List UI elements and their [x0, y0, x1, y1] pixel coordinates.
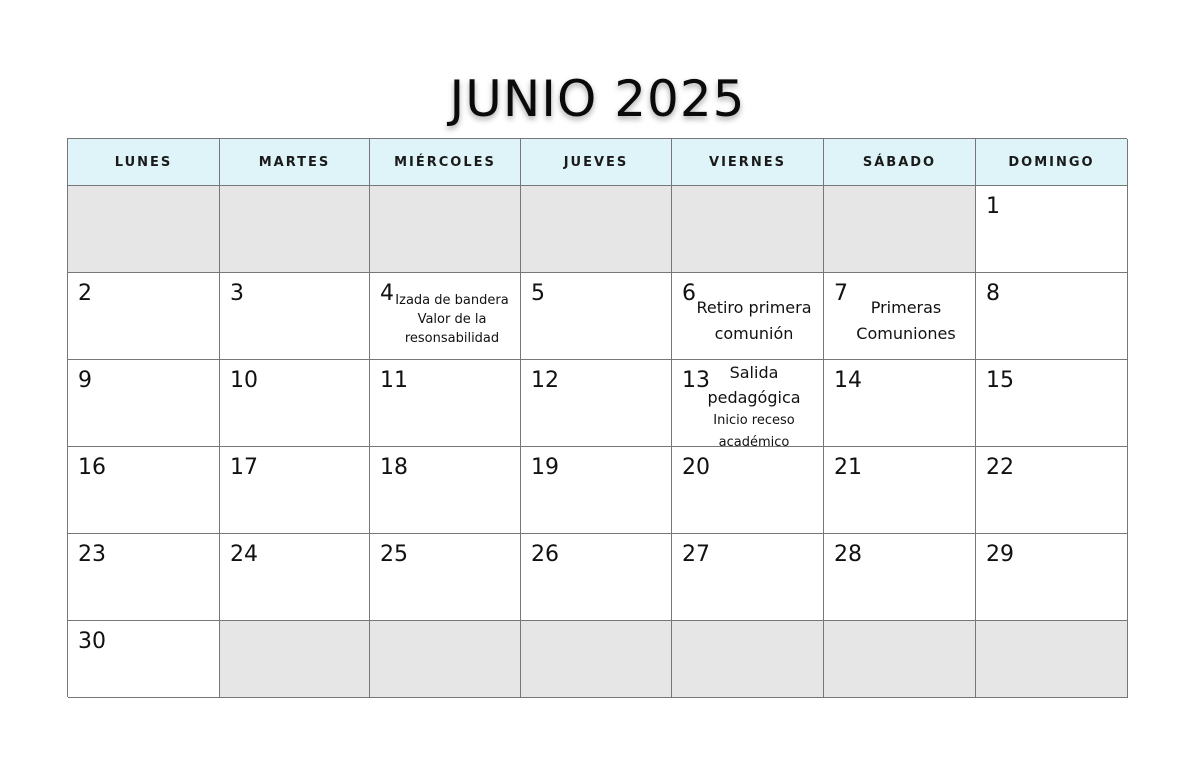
event-note: Retiro primera comunión — [690, 295, 818, 346]
day-number: 20 — [682, 455, 710, 480]
event-line: Primeras — [870, 298, 942, 317]
day-number: 21 — [834, 455, 862, 480]
day-number: 1 — [986, 194, 1000, 219]
day-number: 28 — [834, 542, 862, 567]
day-cell-17[interactable]: 17 — [220, 447, 370, 534]
day-number: 9 — [78, 368, 92, 393]
day-cell-26[interactable]: 26 — [521, 534, 672, 621]
day-cell-20[interactable]: 20 — [672, 447, 824, 534]
day-number: 27 — [682, 542, 710, 567]
day-cell-5[interactable]: 5 — [521, 273, 672, 360]
day-number: 18 — [380, 455, 408, 480]
event-note: Primeras Comuniones — [846, 295, 966, 346]
day-cell-9[interactable]: 9 — [68, 360, 220, 447]
empty-day-cell — [672, 621, 824, 698]
day-number: 19 — [531, 455, 559, 480]
event-line: comunión — [714, 323, 794, 343]
empty-day-cell — [521, 186, 672, 273]
day-cell-10[interactable]: 10 — [220, 360, 370, 447]
day-cell-21[interactable]: 21 — [824, 447, 976, 534]
empty-day-cell — [672, 186, 824, 273]
weekday-header-domingo: DOMINGO — [976, 139, 1128, 186]
empty-day-cell — [68, 186, 220, 273]
empty-day-cell — [220, 186, 370, 273]
day-cell-8[interactable]: 8 — [976, 273, 1128, 360]
day-cell-3[interactable]: 3 — [220, 273, 370, 360]
empty-day-cell — [824, 186, 976, 273]
day-cell-29[interactable]: 29 — [976, 534, 1128, 621]
day-number: 26 — [531, 542, 559, 567]
day-cell-2[interactable]: 2 — [68, 273, 220, 360]
weekday-header-martes: MARTES — [220, 139, 370, 186]
day-number: 11 — [380, 368, 408, 393]
event-line: Izada de bandera — [395, 293, 509, 308]
day-number: 10 — [230, 368, 258, 393]
day-number: 29 — [986, 542, 1014, 567]
weekday-header-jueves: JUEVES — [521, 139, 672, 186]
day-cell-7[interactable]: 7 Primeras Comuniones — [824, 273, 976, 360]
day-number: 12 — [531, 368, 559, 393]
day-number: 16 — [78, 455, 106, 480]
event-note: Izada de bandera Valor de la resonsabili… — [394, 293, 510, 348]
day-number: 22 — [986, 455, 1014, 480]
event-line: pedagógica — [707, 388, 801, 407]
day-cell-19[interactable]: 19 — [521, 447, 672, 534]
empty-day-cell — [370, 186, 521, 273]
empty-day-cell — [521, 621, 672, 698]
day-number: 14 — [834, 368, 862, 393]
day-cell-1[interactable]: 1 — [976, 186, 1128, 273]
day-cell-11[interactable]: 11 — [370, 360, 521, 447]
empty-day-cell — [976, 621, 1128, 698]
weekday-header-sabado: SÁBADO — [824, 139, 976, 186]
day-number: 23 — [78, 542, 106, 567]
day-number: 15 — [986, 368, 1014, 393]
event-line: Comuniones — [856, 323, 956, 343]
day-cell-25[interactable]: 25 — [370, 534, 521, 621]
event-line: Valor de la — [417, 311, 487, 327]
day-cell-13[interactable]: 13 Salida pedagógica Inicio receso acadé… — [672, 360, 824, 450]
event-line: Inicio receso — [713, 413, 795, 428]
empty-day-cell — [824, 621, 976, 698]
day-cell-16[interactable]: 16 — [68, 447, 220, 534]
day-cell-30[interactable]: 30 — [68, 621, 220, 698]
day-number: 4 — [380, 281, 394, 306]
event-line: Salida — [729, 363, 779, 382]
weekday-header-lunes: LUNES — [68, 139, 220, 186]
day-cell-12[interactable]: 12 — [521, 360, 672, 447]
event-note: Salida pedagógica Inicio receso académic… — [694, 360, 814, 454]
day-number: 5 — [531, 281, 545, 306]
day-number: 30 — [78, 629, 106, 654]
day-cell-23[interactable]: 23 — [68, 534, 220, 621]
day-cell-27[interactable]: 27 — [672, 534, 824, 621]
day-cell-14[interactable]: 14 — [824, 360, 976, 447]
day-cell-24[interactable]: 24 — [220, 534, 370, 621]
day-cell-4[interactable]: 4 Izada de bandera Valor de la resonsabi… — [370, 273, 521, 360]
event-line: resonsabilidad — [404, 330, 500, 346]
day-number: 3 — [230, 281, 244, 306]
day-number: 2 — [78, 281, 92, 306]
day-cell-15[interactable]: 15 — [976, 360, 1128, 447]
day-cell-28[interactable]: 28 — [824, 534, 976, 621]
day-number: 17 — [230, 455, 258, 480]
day-cell-6[interactable]: 6 Retiro primera comunión — [672, 273, 824, 360]
empty-day-cell — [220, 621, 370, 698]
day-cell-18[interactable]: 18 — [370, 447, 521, 534]
day-number: 24 — [230, 542, 258, 567]
page-title: JUNIO 2025 — [449, 70, 746, 128]
empty-day-cell — [370, 621, 521, 698]
weekday-header-miercoles: MIÉRCOLES — [370, 139, 521, 186]
day-number: 8 — [986, 281, 1000, 306]
day-cell-22[interactable]: 22 — [976, 447, 1128, 534]
day-number: 25 — [380, 542, 408, 567]
calendar-grid: LUNES MARTES MIÉRCOLES JUEVES VIERNES SÁ… — [67, 138, 1128, 698]
event-line: Retiro primera — [696, 298, 812, 317]
weekday-header-viernes: VIERNES — [672, 139, 824, 186]
